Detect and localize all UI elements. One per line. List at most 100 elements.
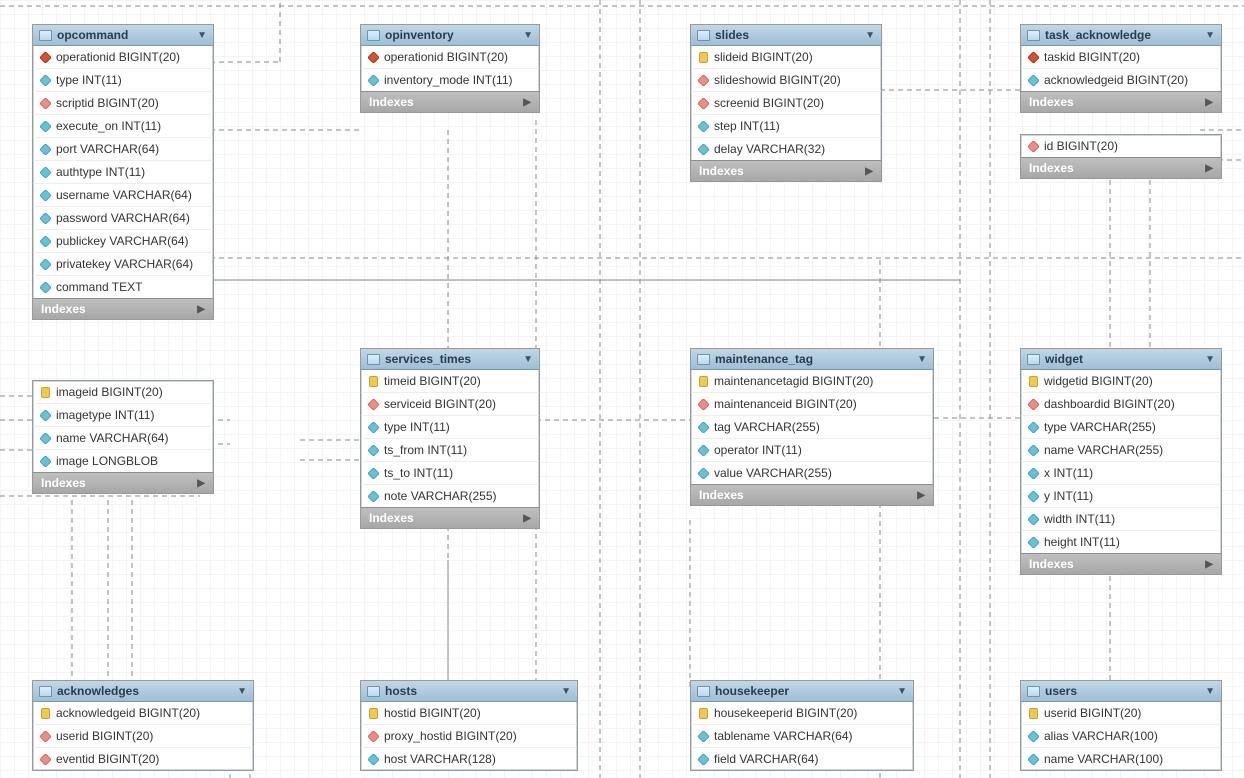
column-row[interactable]: note VARCHAR(255)	[361, 484, 539, 507]
column-row[interactable]: operationid BIGINT(20)	[361, 46, 539, 68]
table-maintenance_tag[interactable]: maintenance_tag▼maintenancetagid BIGINT(…	[690, 348, 934, 506]
table-header[interactable]: maintenance_tag▼	[691, 349, 933, 370]
column-row[interactable]: hostid BIGINT(20)	[361, 702, 577, 724]
column-row[interactable]: value VARCHAR(255)	[691, 461, 933, 484]
column-row[interactable]: width INT(11)	[1021, 507, 1221, 530]
table-fragment[interactable]: imageid BIGINT(20)imagetype INT(11)name …	[32, 380, 214, 494]
chevron-down-icon[interactable]: ▼	[1205, 30, 1215, 41]
indexes-section[interactable]: Indexes▶	[1021, 157, 1221, 178]
column-row[interactable]: acknowledgeid BIGINT(20)	[33, 702, 253, 724]
indexes-section[interactable]: Indexes▶	[33, 298, 213, 319]
chevron-down-icon[interactable]: ▼	[917, 354, 927, 365]
column-row[interactable]: type INT(11)	[361, 415, 539, 438]
expand-icon[interactable]: ▶	[1205, 559, 1213, 570]
column-row[interactable]: proxy_hostid BIGINT(20)	[361, 724, 577, 747]
column-row[interactable]: taskid BIGINT(20)	[1021, 46, 1221, 68]
table-header[interactable]: opcommand▼	[33, 25, 213, 46]
table-header[interactable]: services_times▼	[361, 349, 539, 370]
column-row[interactable]: image LONGBLOB	[33, 449, 213, 472]
column-row[interactable]: timeid BIGINT(20)	[361, 370, 539, 392]
table-header[interactable]: widget▼	[1021, 349, 1221, 370]
erd-canvas[interactable]: { "indexes_label":"Indexes", "tables":[ …	[0, 0, 1244, 778]
table-header[interactable]: housekeeper▼	[691, 681, 913, 702]
chevron-down-icon[interactable]: ▼	[197, 30, 207, 41]
column-row[interactable]: port VARCHAR(64)	[33, 137, 213, 160]
column-row[interactable]: screenid BIGINT(20)	[691, 91, 881, 114]
column-row[interactable]: tag VARCHAR(255)	[691, 415, 933, 438]
column-row[interactable]: alias VARCHAR(100)	[1021, 724, 1221, 747]
expand-icon[interactable]: ▶	[1205, 163, 1213, 174]
column-row[interactable]: username VARCHAR(64)	[33, 183, 213, 206]
table-fragment[interactable]: id BIGINT(20)Indexes▶	[1020, 134, 1222, 179]
column-row[interactable]: imagetype INT(11)	[33, 403, 213, 426]
indexes-section[interactable]: Indexes▶	[1021, 553, 1221, 574]
table-hosts[interactable]: hosts▼hostid BIGINT(20)proxy_hostid BIGI…	[360, 680, 578, 771]
expand-icon[interactable]: ▶	[865, 166, 873, 177]
chevron-down-icon[interactable]: ▼	[523, 30, 533, 41]
chevron-down-icon[interactable]: ▼	[523, 354, 533, 365]
column-row[interactable]: privatekey VARCHAR(64)	[33, 252, 213, 275]
table-opcommand[interactable]: opcommand▼operationid BIGINT(20)type INT…	[32, 24, 214, 320]
table-header[interactable]: opinventory▼	[361, 25, 539, 46]
chevron-down-icon[interactable]: ▼	[1205, 354, 1215, 365]
column-row[interactable]: name VARCHAR(64)	[33, 426, 213, 449]
column-row[interactable]: password VARCHAR(64)	[33, 206, 213, 229]
column-row[interactable]: acknowledgeid BIGINT(20)	[1021, 68, 1221, 91]
column-row[interactable]: widgetid BIGINT(20)	[1021, 370, 1221, 392]
column-row[interactable]: serviceid BIGINT(20)	[361, 392, 539, 415]
table-slides[interactable]: slides▼slideid BIGINT(20)slideshowid BIG…	[690, 24, 882, 182]
column-row[interactable]: imageid BIGINT(20)	[33, 381, 213, 403]
indexes-section[interactable]: Indexes▶	[691, 160, 881, 181]
column-row[interactable]: eventid BIGINT(20)	[33, 747, 253, 770]
column-row[interactable]: delay VARCHAR(32)	[691, 137, 881, 160]
table-widget[interactable]: widget▼widgetid BIGINT(20)dashboardid BI…	[1020, 348, 1222, 575]
column-row[interactable]: x INT(11)	[1021, 461, 1221, 484]
column-row[interactable]: userid BIGINT(20)	[1021, 702, 1221, 724]
table-header[interactable]: slides▼	[691, 25, 881, 46]
column-row[interactable]: field VARCHAR(64)	[691, 747, 913, 770]
column-row[interactable]: maintenancetagid BIGINT(20)	[691, 370, 933, 392]
table-housekeeper[interactable]: housekeeper▼housekeeperid BIGINT(20)tabl…	[690, 680, 914, 771]
table-opinventory[interactable]: opinventory▼operationid BIGINT(20)invent…	[360, 24, 540, 113]
column-row[interactable]: publickey VARCHAR(64)	[33, 229, 213, 252]
chevron-down-icon[interactable]: ▼	[897, 686, 907, 697]
chevron-down-icon[interactable]: ▼	[561, 686, 571, 697]
table-header[interactable]: users▼	[1021, 681, 1221, 702]
column-row[interactable]: execute_on INT(11)	[33, 114, 213, 137]
column-row[interactable]: height INT(11)	[1021, 530, 1221, 553]
table-users[interactable]: users▼userid BIGINT(20)alias VARCHAR(100…	[1020, 680, 1222, 771]
indexes-section[interactable]: Indexes▶	[33, 472, 213, 493]
column-row[interactable]: ts_from INT(11)	[361, 438, 539, 461]
table-header[interactable]: task_acknowledge▼	[1021, 25, 1221, 46]
expand-icon[interactable]: ▶	[523, 97, 531, 108]
expand-icon[interactable]: ▶	[917, 490, 925, 501]
expand-icon[interactable]: ▶	[523, 513, 531, 524]
column-row[interactable]: inventory_mode INT(11)	[361, 68, 539, 91]
column-row[interactable]: step INT(11)	[691, 114, 881, 137]
table-task_acknowledge[interactable]: task_acknowledge▼taskid BIGINT(20)acknow…	[1020, 24, 1222, 113]
column-row[interactable]: housekeeperid BIGINT(20)	[691, 702, 913, 724]
column-row[interactable]: host VARCHAR(128)	[361, 747, 577, 770]
table-acknowledges[interactable]: acknowledges▼acknowledgeid BIGINT(20)use…	[32, 680, 254, 771]
column-row[interactable]: type INT(11)	[33, 68, 213, 91]
indexes-section[interactable]: Indexes▶	[1021, 91, 1221, 112]
column-row[interactable]: id BIGINT(20)	[1021, 135, 1221, 157]
column-row[interactable]: tablename VARCHAR(64)	[691, 724, 913, 747]
indexes-section[interactable]: Indexes▶	[691, 484, 933, 505]
table-services_times[interactable]: services_times▼timeid BIGINT(20)servicei…	[360, 348, 540, 529]
table-header[interactable]: hosts▼	[361, 681, 577, 702]
column-row[interactable]: authtype INT(11)	[33, 160, 213, 183]
column-row[interactable]: slideshowid BIGINT(20)	[691, 68, 881, 91]
expand-icon[interactable]: ▶	[197, 478, 205, 489]
chevron-down-icon[interactable]: ▼	[237, 686, 247, 697]
column-row[interactable]: scriptid BIGINT(20)	[33, 91, 213, 114]
indexes-section[interactable]: Indexes▶	[361, 507, 539, 528]
column-row[interactable]: userid BIGINT(20)	[33, 724, 253, 747]
chevron-down-icon[interactable]: ▼	[865, 30, 875, 41]
table-header[interactable]: acknowledges▼	[33, 681, 253, 702]
column-row[interactable]: maintenanceid BIGINT(20)	[691, 392, 933, 415]
chevron-down-icon[interactable]: ▼	[1205, 686, 1215, 697]
column-row[interactable]: command TEXT	[33, 275, 213, 298]
column-row[interactable]: y INT(11)	[1021, 484, 1221, 507]
column-row[interactable]: name VARCHAR(255)	[1021, 438, 1221, 461]
